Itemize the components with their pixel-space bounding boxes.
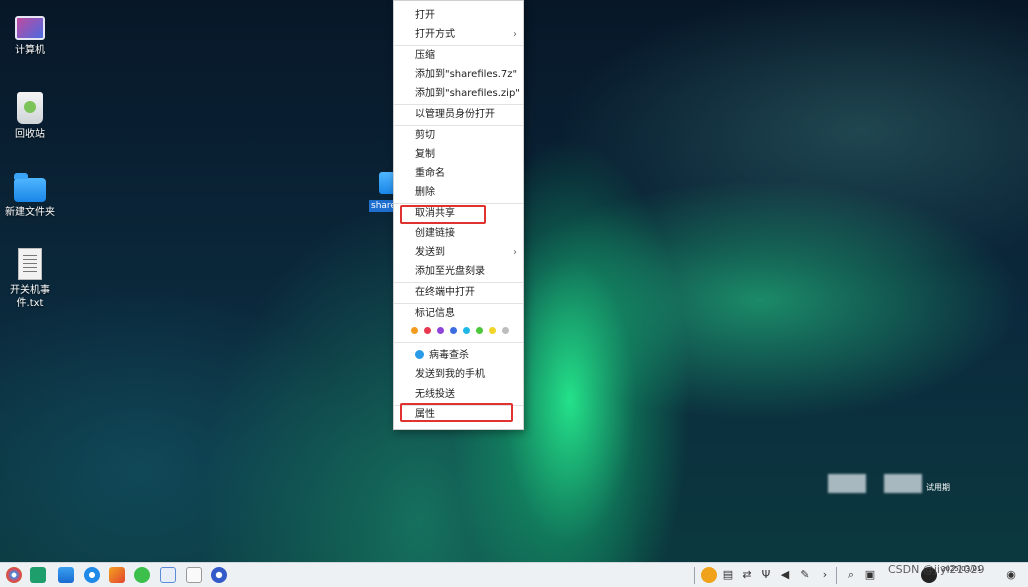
desktop-icon-label: 开关机事件.txt	[10, 285, 50, 309]
menu-item-cut[interactable]: 剪切	[394, 126, 523, 145]
keyboard-icon[interactable]: ▤	[720, 567, 736, 583]
menu-item-label: 重命名	[415, 168, 445, 179]
virus-scan-icon	[415, 350, 424, 359]
menu-item-label: 病毒查杀	[429, 350, 469, 361]
menu-item-label: 剪切	[415, 130, 435, 141]
multitask-view-icon[interactable]	[30, 567, 46, 583]
menu-item-create-link[interactable]: 创建链接	[394, 224, 523, 243]
pen-icon[interactable]: ✎	[797, 567, 813, 583]
notifications-icon[interactable]: ◉	[1003, 567, 1019, 583]
app-store-icon[interactable]	[58, 567, 74, 583]
desktop-icon-selected-folder[interactable]: share	[369, 172, 403, 212]
watermark: CSDN @jiyi21029	[888, 563, 985, 576]
menu-item-delete[interactable]: 删除	[394, 183, 523, 202]
context-menu: 打开 打开方式 › 压缩 添加到"sharefiles.7z" 添加到"share…	[393, 0, 524, 430]
menu-item-add-to-zip[interactable]: 添加到"sharefiles.zip"	[394, 84, 523, 103]
notes-icon[interactable]	[186, 567, 202, 583]
menu-item-send-to[interactable]: 发送到 ›	[394, 243, 523, 262]
tag-color-orange[interactable]	[411, 327, 418, 334]
taskbar: ▤ ⇄ Ψ ◀ ✎ › ⌕ ▣ 2025/03/01 ◉	[0, 562, 1028, 587]
menu-item-label: 打开方式	[415, 29, 455, 40]
menu-item-label: 压缩	[415, 50, 435, 61]
usb-icon[interactable]: Ψ	[758, 567, 774, 583]
desktop-icon-label: 回收站	[15, 129, 45, 140]
menu-item-label: 发送到我的手机	[415, 369, 485, 380]
menu-item-label: 添加至光盘刻录	[415, 266, 485, 277]
menu-item-add-to-7z[interactable]: 添加到"sharefiles.7z"	[394, 65, 523, 84]
menu-item-label: 添加到"sharefiles.zip"	[415, 88, 520, 99]
desktop-icon-label: 新建文件夹	[5, 207, 55, 218]
menu-item-open-with[interactable]: 打开方式 ›	[394, 25, 523, 44]
text-file-icon	[18, 248, 42, 280]
menu-item-label: 无线投送	[415, 389, 455, 400]
menu-item-tag-info: 标记信息	[394, 304, 523, 323]
menu-item-label: 添加到"sharefiles.7z"	[415, 69, 518, 80]
computer-icon	[15, 16, 45, 40]
menu-item-open-as-admin[interactable]: 以管理员身份打开	[394, 105, 523, 124]
recycle-bin-icon	[17, 92, 43, 124]
menu-item-label: 以管理员身份打开	[415, 109, 495, 120]
menu-item-label: 发送到	[415, 247, 445, 258]
tag-color-cyan[interactable]	[463, 327, 470, 334]
trial-notice-label: 试用期	[926, 483, 950, 492]
browser-icon[interactable]	[84, 567, 100, 583]
screenshot-icon[interactable]: ▣	[862, 567, 878, 583]
menu-item-label: 复制	[415, 149, 435, 160]
desktop-icon-label: 计算机	[15, 45, 45, 56]
network-transfer-icon[interactable]: ⇄	[739, 567, 755, 583]
desktop-icon-new-folder[interactable]: 新建文件夹	[0, 172, 60, 219]
tag-color-green[interactable]	[476, 327, 483, 334]
highlight-box-cancel-share	[400, 205, 486, 224]
document-icon[interactable]	[160, 567, 176, 583]
settings-icon[interactable]	[211, 567, 227, 583]
menu-item-label: 在终端中打开	[415, 287, 475, 298]
music-icon[interactable]	[134, 567, 150, 583]
trial-notice: 试用期	[828, 474, 960, 494]
tag-color-yellow[interactable]	[489, 327, 496, 334]
menu-item-label: 创建链接	[415, 228, 455, 239]
expand-icon[interactable]: ›	[817, 567, 833, 583]
menu-item-add-to-disc-burn[interactable]: 添加至光盘刻录	[394, 262, 523, 281]
menu-item-label: 打开	[415, 10, 435, 21]
menu-item-virus-scan[interactable]: 病毒查杀	[394, 346, 523, 365]
menu-divider	[394, 342, 523, 343]
taskbar-divider	[836, 567, 837, 584]
menu-item-send-to-phone[interactable]: 发送到我的手机	[394, 365, 523, 384]
menu-item-open[interactable]: 打开	[394, 6, 523, 25]
tag-color-purple[interactable]	[437, 327, 444, 334]
folder-icon	[14, 173, 46, 202]
menu-item-label: 删除	[415, 187, 435, 198]
menu-item-copy[interactable]: 复制	[394, 145, 523, 164]
desktop-icon-text-file[interactable]: 开关机事件.txt	[0, 248, 60, 310]
highlight-box-properties	[400, 403, 513, 422]
chevron-right-icon: ›	[513, 29, 517, 40]
obscured-text	[884, 474, 922, 493]
obscured-text	[828, 474, 866, 493]
tag-color-blue[interactable]	[450, 327, 457, 334]
menu-item-open-in-terminal[interactable]: 在终端中打开	[394, 283, 523, 302]
menu-item-rename[interactable]: 重命名	[394, 164, 523, 183]
menu-item-compress[interactable]: 压缩	[394, 46, 523, 65]
tag-color-red[interactable]	[424, 327, 431, 334]
search-icon[interactable]: ⌕	[843, 567, 859, 583]
menu-item-wireless-send[interactable]: 无线投送	[394, 385, 523, 404]
desktop-icon-recycle-bin[interactable]: 回收站	[0, 92, 60, 141]
desktop-icon-computer[interactable]: 计算机	[0, 12, 60, 57]
menu-item-label: 标记信息	[415, 308, 455, 319]
launcher-icon[interactable]	[6, 567, 22, 583]
update-icon[interactable]	[701, 567, 717, 583]
volume-icon[interactable]: ◀	[777, 567, 793, 583]
taskbar-divider	[694, 567, 695, 584]
tag-color-gray[interactable]	[502, 327, 509, 334]
chevron-right-icon: ›	[513, 247, 517, 258]
selected-file-label: share	[369, 200, 395, 212]
image-viewer-icon[interactable]	[109, 567, 125, 583]
